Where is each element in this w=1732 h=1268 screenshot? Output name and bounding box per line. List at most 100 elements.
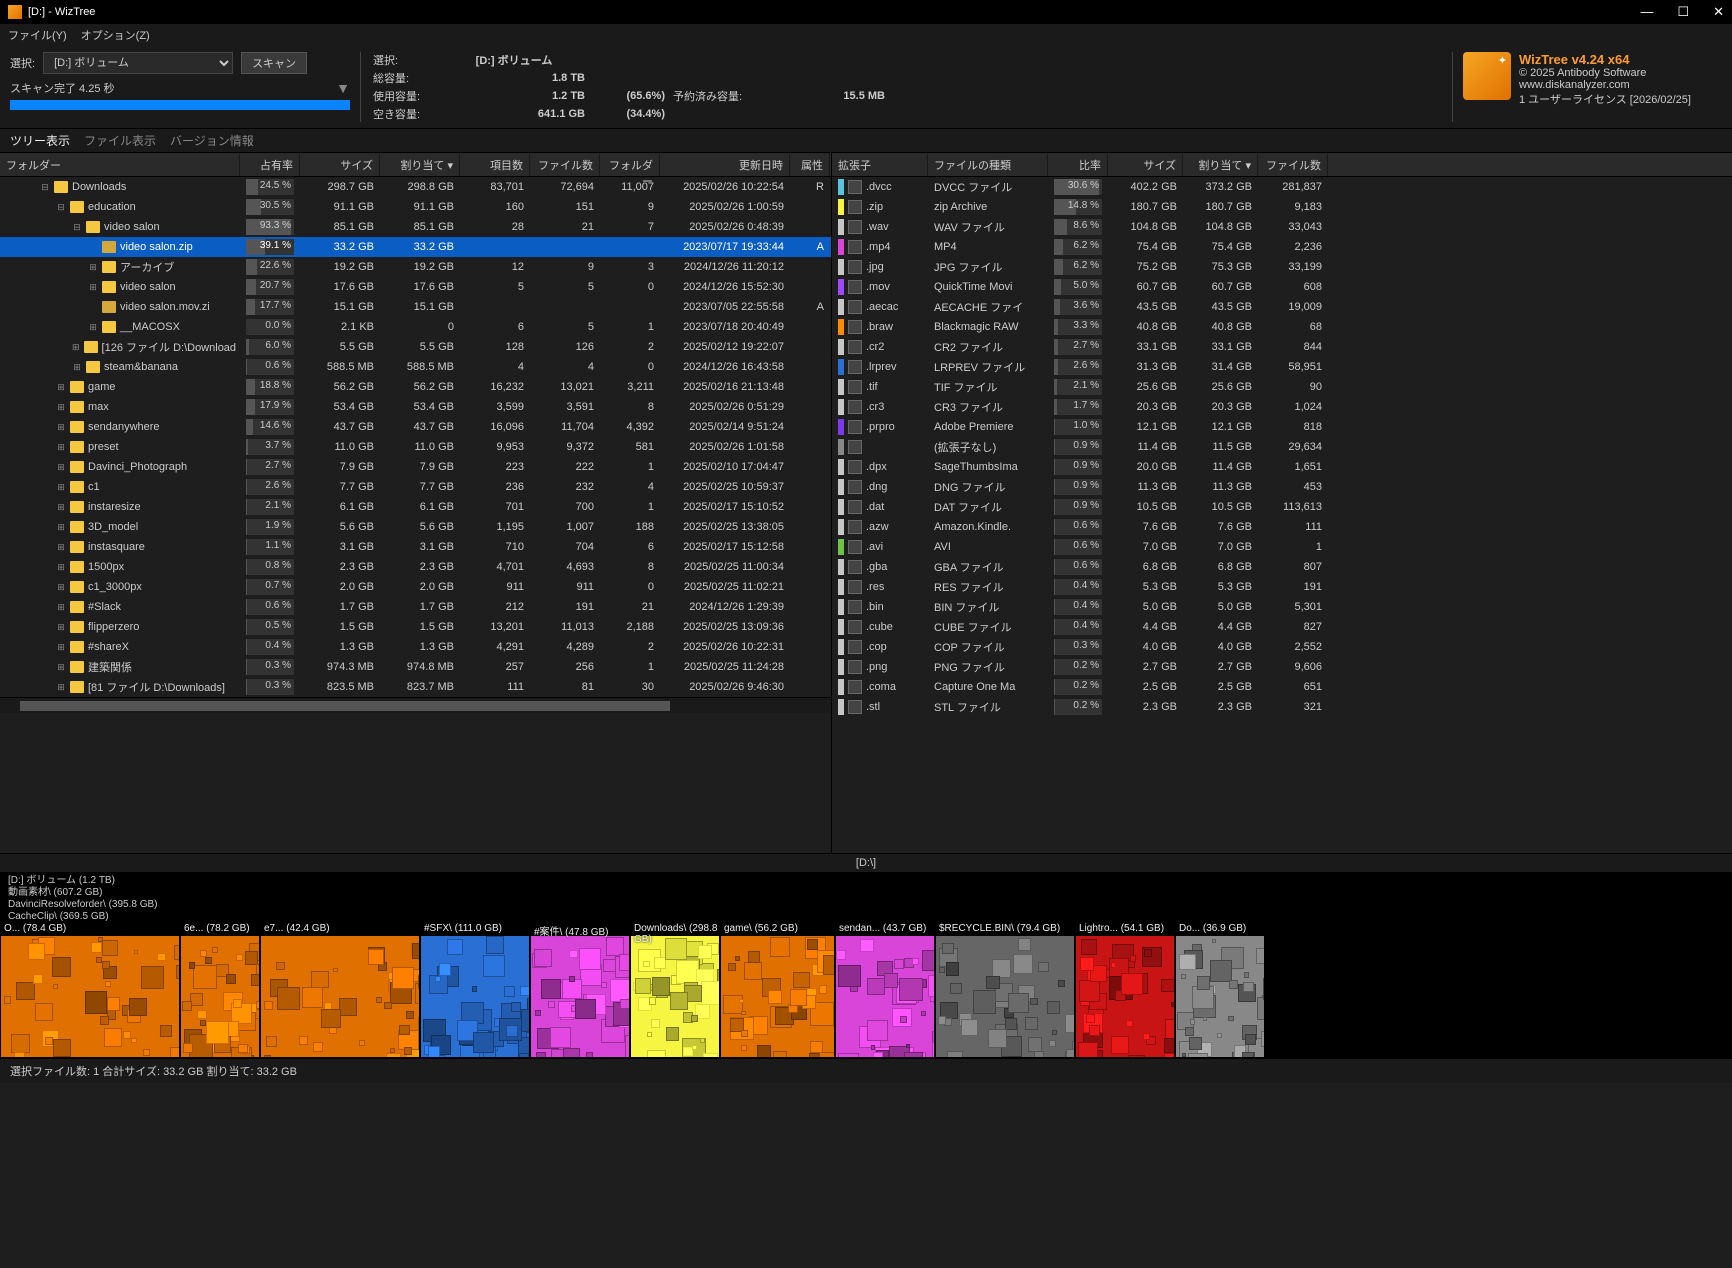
treemap-group[interactable]: game\ (56.2 GB)	[720, 921, 835, 1058]
volume-select[interactable]: [D:] ボリューム	[43, 52, 233, 74]
tree-row[interactable]: video salon.zip39.1 %33.2 GB33.2 GB2023/…	[0, 237, 831, 257]
expander-icon[interactable]: ⊞	[72, 342, 80, 353]
treemap-group[interactable]: O... (78.4 GB)1... (40.3 GB)	[0, 921, 180, 1058]
tab-tree[interactable]: ツリー表示	[10, 132, 70, 149]
hdr-size[interactable]: サイズ	[300, 153, 380, 176]
hdr-ratio[interactable]: 比率	[1048, 153, 1108, 176]
expander-icon[interactable]: ⊟	[40, 182, 50, 193]
filter-icon[interactable]: ▼	[336, 80, 350, 96]
ext-row[interactable]: .cr3CR3 ファイル1.7 %20.3 GB20.3 GB1,024	[832, 397, 1732, 417]
expander-icon[interactable]: ⊞	[56, 582, 66, 593]
tree-row[interactable]: ⊞__MACOSX0.0 %2.1 KB06512023/07/18 20:40…	[0, 317, 831, 337]
minimize-button[interactable]: —	[1640, 4, 1653, 20]
treemap-group[interactable]: Lightro... (54.1 GB)TEMP\ (41.2 GB)Adobe…	[1075, 921, 1175, 1058]
expander-icon[interactable]: ⊞	[56, 462, 66, 473]
expander-icon[interactable]: ⊞	[88, 262, 98, 273]
ext-row[interactable]: .datDAT ファイル0.9 %10.5 GB10.5 GB113,613	[832, 497, 1732, 517]
expander-icon[interactable]: ⊞	[56, 442, 66, 453]
tree-row[interactable]: ⊞#shareX0.4 %1.3 GB1.3 GB4,2914,28922025…	[0, 637, 831, 657]
hdr-ext-size[interactable]: サイズ	[1108, 153, 1183, 176]
tree-row[interactable]: ⊞1500px0.8 %2.3 GB2.3 GB4,7014,69382025/…	[0, 557, 831, 577]
expander-icon[interactable]: ⊞	[56, 662, 66, 673]
ext-row[interactable]: .azwAmazon.Kindle.0.6 %7.6 GB7.6 GB111	[832, 517, 1732, 537]
ext-row[interactable]: .dngDNG ファイル0.9 %11.3 GB11.3 GB453	[832, 477, 1732, 497]
expander-icon[interactable]: ⊞	[56, 482, 66, 493]
ext-row[interactable]: .mp4MP46.2 %75.4 GB75.4 GB2,236	[832, 237, 1732, 257]
tree-row[interactable]: ⊞Davinci_Photograph2.7 %7.9 GB7.9 GB2232…	[0, 457, 831, 477]
ext-row[interactable]: .aecacAECACHE ファイ3.6 %43.5 GB43.5 GB19,0…	[832, 297, 1732, 317]
tree-row[interactable]: ⊞アーカイブ22.6 %19.2 GB19.2 GB12932024/12/26…	[0, 257, 831, 277]
ext-row[interactable]: .jpgJPG ファイル6.2 %75.2 GB75.3 GB33,199	[832, 257, 1732, 277]
hdr-alloc[interactable]: 割り当て ▾	[380, 153, 460, 176]
tree-row[interactable]: ⊞建築関係0.3 %974.3 MB974.8 MB25725612025/02…	[0, 657, 831, 677]
expander-icon[interactable]: ⊞	[56, 622, 66, 633]
expander-icon[interactable]: ⊟	[56, 202, 66, 213]
ext-row[interactable]: .lrprevLRPREV ファイル2.6 %31.3 GB31.4 GB58,…	[832, 357, 1732, 377]
expander-icon[interactable]: ⊞	[56, 402, 66, 413]
hdr-ext-files[interactable]: ファイル数	[1258, 153, 1328, 176]
ext-row[interactable]: .brawBlackmagic RAW3.3 %40.8 GB40.8 GB68	[832, 317, 1732, 337]
scan-button[interactable]: スキャン	[241, 52, 307, 74]
treemap-group[interactable]: Downloads\ (298.8 GB)educa... (91.1 GB)v…	[630, 921, 720, 1058]
treemap-blocks[interactable]: O... (78.4 GB)1... (40.3 GB)6e... (78.2 …	[0, 921, 1732, 1058]
ext-row[interactable]: .tifTIF ファイル2.1 %25.6 GB25.6 GB90	[832, 377, 1732, 397]
expander-icon[interactable]: ⊞	[88, 282, 98, 293]
hdr-ext[interactable]: 拡張子	[832, 153, 928, 176]
expander-icon[interactable]: ⊞	[56, 542, 66, 553]
tree-row[interactable]: ⊞max17.9 %53.4 GB53.4 GB3,5993,59182025/…	[0, 397, 831, 417]
expander-icon[interactable]: ⊟	[72, 222, 82, 233]
expander-icon[interactable]: ⊞	[56, 682, 66, 693]
ext-row[interactable]: (拡張子なし)0.9 %11.4 GB11.5 GB29,634	[832, 437, 1732, 457]
ext-row[interactable]: .binBIN ファイル0.4 %5.0 GB5.0 GB5,301	[832, 597, 1732, 617]
expander-icon[interactable]: ⊞	[56, 602, 66, 613]
expander-icon[interactable]: ⊞	[56, 382, 66, 393]
close-button[interactable]: ✕	[1713, 4, 1724, 20]
ext-row[interactable]: .copCOP ファイル0.3 %4.0 GB4.0 GB2,552	[832, 637, 1732, 657]
treemap-group[interactable]: e7... (42.4 GB)83... (35.8 GB)a... (35.8…	[260, 921, 420, 1058]
treemap-group[interactable]: sendan... (43.7 GB)	[835, 921, 935, 1058]
tree-row[interactable]: ⊞flipperzero0.5 %1.5 GB1.5 GB13,20111,01…	[0, 617, 831, 637]
tree-row[interactable]: ⊞#Slack0.6 %1.7 GB1.7 GB212191212024/12/…	[0, 597, 831, 617]
tree-row[interactable]: ⊞[81 ファイル D:\Downloads]0.3 %823.5 MB823.…	[0, 677, 831, 697]
ext-row[interactable]: .comaCapture One Ma0.2 %2.5 GB2.5 GB651	[832, 677, 1732, 697]
tree-row[interactable]: ⊞instaresize2.1 %6.1 GB6.1 GB70170012025…	[0, 497, 831, 517]
ext-row[interactable]: .dvccDVCC ファイル30.6 %402.2 GB373.2 GB281,…	[832, 177, 1732, 197]
tree-row[interactable]: ⊟education30.5 %91.1 GB91.1 GB1601519202…	[0, 197, 831, 217]
ext-row[interactable]: .pngPNG ファイル0.2 %2.7 GB2.7 GB9,606	[832, 657, 1732, 677]
hdr-pct[interactable]: 占有率	[240, 153, 300, 176]
hdr-items[interactable]: 項目数	[460, 153, 530, 176]
hdr-ext-alloc[interactable]: 割り当て ▾	[1183, 153, 1258, 176]
tree-row[interactable]: ⊞c12.6 %7.7 GB7.7 GB23623242025/02/25 10…	[0, 477, 831, 497]
treemap-group[interactable]: $RECYCLE.BIN\ (79.4 GB)S-1-5-21-31932100…	[935, 921, 1075, 1058]
expander-icon[interactable]: ⊞	[72, 362, 82, 373]
tree-row[interactable]: ⊞instasquare1.1 %3.1 GB3.1 GB71070462025…	[0, 537, 831, 557]
tree-row[interactable]: video salon.mov.zi17.7 %15.1 GB15.1 GB20…	[0, 297, 831, 317]
menu-options[interactable]: オプション(Z)	[81, 27, 150, 43]
expander-icon[interactable]: ⊞	[88, 322, 98, 333]
hdr-folder[interactable]: フォルダー	[0, 153, 240, 176]
ext-row[interactable]: .stlSTL ファイル0.2 %2.3 GB2.3 GB321	[832, 697, 1732, 717]
tree-row[interactable]: ⊞sendanywhere14.6 %43.7 GB43.7 GB16,0961…	[0, 417, 831, 437]
hdr-folders[interactable]: フォルダー	[600, 153, 660, 176]
ext-row[interactable]: .movQuickTime Movi5.0 %60.7 GB60.7 GB608	[832, 277, 1732, 297]
ext-row[interactable]: .aviAVI0.6 %7.0 GB7.0 GB1	[832, 537, 1732, 557]
tree-row[interactable]: ⊞preset3.7 %11.0 GB11.0 GB9,9539,3725812…	[0, 437, 831, 457]
maximize-button[interactable]: ☐	[1677, 4, 1689, 20]
treemap-group[interactable]: 6e... (78.2 GB)	[180, 921, 260, 1058]
tree-row[interactable]: ⊟Downloads24.5 %298.7 GB298.8 GB83,70172…	[0, 177, 831, 197]
ext-body[interactable]: .dvccDVCC ファイル30.6 %402.2 GB373.2 GB281,…	[832, 177, 1732, 717]
ext-row[interactable]: .dpxSageThumbsIma0.9 %20.0 GB11.4 GB1,65…	[832, 457, 1732, 477]
expander-icon[interactable]: ⊞	[56, 522, 66, 533]
tree-body[interactable]: ⊟Downloads24.5 %298.7 GB298.8 GB83,70172…	[0, 177, 831, 697]
tree-row[interactable]: ⊟video salon93.3 %85.1 GB85.1 GB28217202…	[0, 217, 831, 237]
treemap-group[interactable]: #SFX\ (111.0 GB)	[420, 921, 530, 1058]
ext-row[interactable]: .gbaGBA ファイル0.6 %6.8 GB6.8 GB807	[832, 557, 1732, 577]
ext-row[interactable]: .cubeCUBE ファイル0.4 %4.4 GB4.4 GB827	[832, 617, 1732, 637]
hdr-attr[interactable]: 属性	[790, 153, 830, 176]
treemap[interactable]: [D:] ボリューム (1.2 TB)動画素材\ (607.2 GB)Davin…	[0, 873, 1732, 1058]
ext-row[interactable]: .wavWAV ファイル8.6 %104.8 GB104.8 GB33,043	[832, 217, 1732, 237]
tree-h-scrollbar[interactable]	[0, 697, 831, 713]
menu-file[interactable]: ファイル(Y)	[8, 27, 67, 43]
hdr-type[interactable]: ファイルの種類	[928, 153, 1048, 176]
ext-row[interactable]: .prproAdobe Premiere1.0 %12.1 GB12.1 GB8…	[832, 417, 1732, 437]
